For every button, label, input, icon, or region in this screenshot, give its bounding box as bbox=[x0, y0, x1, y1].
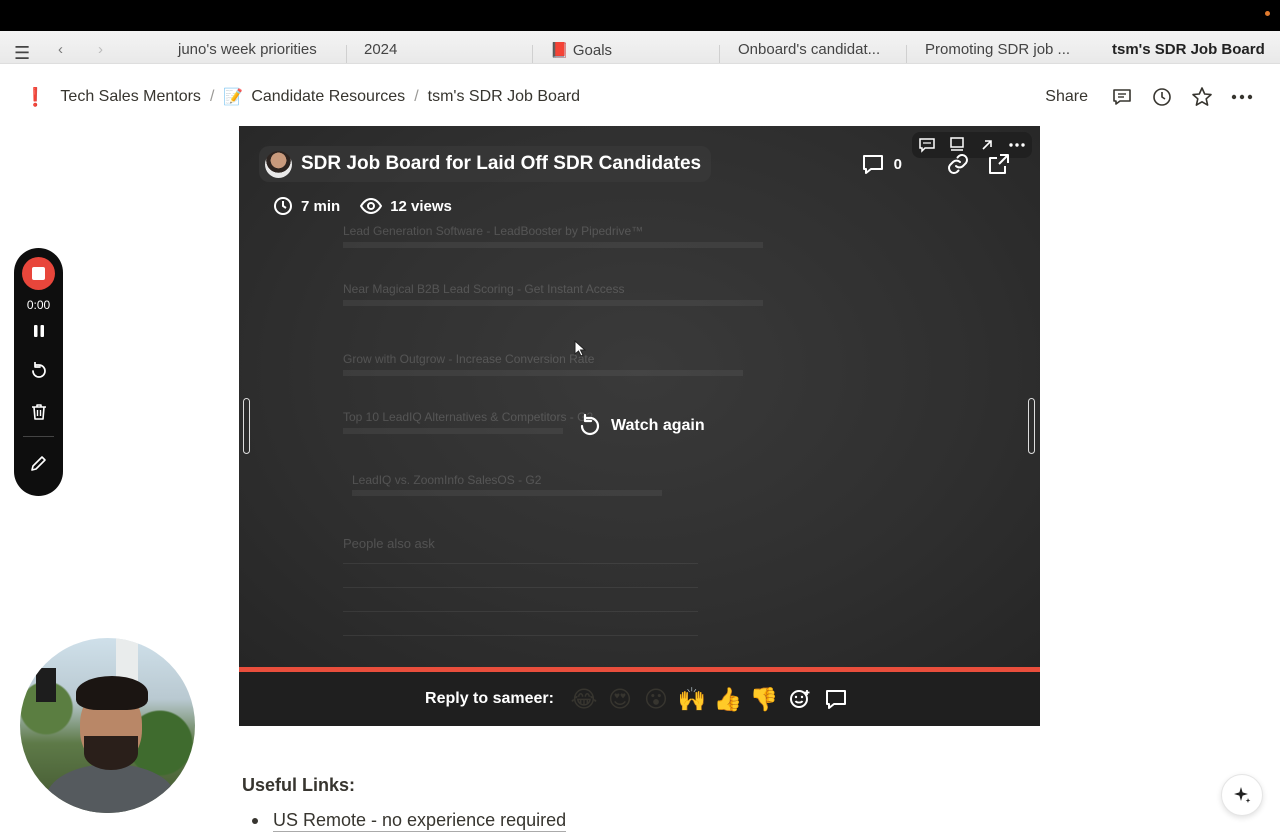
watch-again-button[interactable]: Watch again bbox=[578, 414, 705, 438]
us-remote-link[interactable]: US Remote - no experience required bbox=[273, 810, 567, 832]
stop-recording-button[interactable] bbox=[22, 257, 55, 290]
page-actions: Share bbox=[1045, 84, 1262, 110]
tab-divider bbox=[719, 45, 720, 63]
memo-icon: 📝 bbox=[223, 89, 244, 106]
pencil-icon[interactable] bbox=[14, 454, 63, 472]
video-bg-divider bbox=[343, 611, 698, 612]
webcam-person-body bbox=[46, 764, 176, 813]
link-icon[interactable] bbox=[946, 152, 970, 176]
eye-icon bbox=[360, 198, 383, 214]
tab-sdr-job-board[interactable]: tsm's SDR Job Board bbox=[1112, 41, 1265, 58]
sparkle-icon bbox=[1234, 787, 1251, 803]
open-external-icon[interactable] bbox=[988, 153, 1010, 175]
video-duration: 7 min bbox=[301, 197, 341, 215]
recorder-divider bbox=[23, 436, 54, 437]
duration-meta: 7 min bbox=[273, 196, 340, 216]
reaction-surprised[interactable]: 😮 bbox=[638, 686, 674, 713]
reaction-thumbs-down[interactable]: 👎 bbox=[746, 686, 782, 713]
goals-book-icon: 📕 bbox=[550, 42, 569, 59]
video-bg-text: Near Magical B2B Lead Scoring - Get Inst… bbox=[343, 282, 625, 296]
webcam-person-hair bbox=[76, 676, 148, 710]
comment-icon bbox=[862, 154, 883, 174]
exclamation-icon: ❗ bbox=[24, 86, 47, 107]
breadcrumb-separator: / bbox=[209, 88, 215, 105]
tab-promoting-sdr[interactable]: Promoting SDR job ... bbox=[925, 41, 1070, 58]
video-bg-line bbox=[343, 242, 763, 248]
clock-icon[interactable] bbox=[1142, 84, 1182, 110]
video-bg-line bbox=[352, 490, 662, 496]
tab-divider bbox=[906, 45, 907, 63]
breadcrumb-separator: / bbox=[414, 88, 419, 105]
reaction-raised-hands[interactable]: 🙌 bbox=[674, 686, 710, 713]
comment-count: 0 bbox=[893, 155, 902, 173]
video-bg-line bbox=[343, 428, 563, 434]
reply-label: Reply to sameer: bbox=[425, 690, 554, 707]
views-meta: 12 views bbox=[360, 198, 452, 215]
video-title-pill[interactable]: SDR Job Board for Laid Off SDR Candidate… bbox=[259, 146, 712, 182]
forward-icon[interactable]: › bbox=[98, 41, 103, 58]
tab-2024[interactable]: 2024 bbox=[364, 41, 397, 58]
comments-button[interactable]: 0 bbox=[862, 154, 902, 175]
star-icon[interactable] bbox=[1182, 84, 1222, 110]
video-bg-text: Lead Generation Software - LeadBooster b… bbox=[343, 224, 644, 238]
tab-divider bbox=[346, 45, 347, 63]
tab-strip: ☰ ‹ › juno's week priorities 2024 📕 Goal… bbox=[0, 31, 1280, 64]
video-bg-divider bbox=[343, 587, 698, 588]
share-button[interactable]: Share bbox=[1045, 88, 1088, 106]
bullet-dot bbox=[252, 818, 258, 824]
video-player[interactable]: Lead Generation Software - LeadBooster b… bbox=[239, 126, 1040, 726]
tab-week-priorities[interactable]: juno's week priorities bbox=[178, 41, 317, 58]
breadcrumb: ❗ Tech Sales Mentors / 📝 Candidate Resou… bbox=[24, 84, 580, 110]
add-reaction-icon[interactable] bbox=[782, 687, 818, 711]
useful-links-heading: Useful Links: bbox=[242, 775, 356, 795]
video-bg-text: LeadIQ vs. ZoomInfo SalesOS - G2 bbox=[352, 473, 542, 487]
video-views: 12 views bbox=[390, 197, 452, 215]
watch-again-label: Watch again bbox=[611, 417, 705, 434]
tab-goals[interactable]: 📕 Goals bbox=[550, 41, 612, 59]
tab-goals-label: Goals bbox=[572, 42, 613, 59]
recording-indicator-dot bbox=[1265, 11, 1270, 16]
webcam-person-beard bbox=[84, 736, 138, 770]
more-icon[interactable] bbox=[1222, 84, 1262, 110]
video-bg-text: Top 10 LeadIQ Alternatives & Competitors… bbox=[343, 410, 594, 424]
reaction-thumbs-up[interactable]: 👍 bbox=[710, 686, 746, 713]
reaction-laugh[interactable]: 😂 bbox=[566, 686, 602, 713]
ai-assistant-button[interactable] bbox=[1221, 774, 1263, 816]
video-title: SDR Job Board for Laid Off SDR Candidate… bbox=[301, 153, 702, 174]
list-item: US Remote - no experience required bbox=[252, 810, 567, 832]
comment-icon[interactable] bbox=[1102, 84, 1142, 110]
pause-icon[interactable] bbox=[14, 324, 63, 338]
mouse-cursor-icon bbox=[574, 340, 586, 357]
trim-handle-left[interactable] bbox=[243, 398, 250, 454]
video-meta: 7 min 12 views bbox=[273, 196, 472, 216]
reaction-heart-eyes[interactable]: 😍 bbox=[602, 686, 638, 713]
webcam-bubble[interactable] bbox=[20, 638, 195, 813]
video-bg-text: Grow with Outgrow - Increase Conversion … bbox=[343, 352, 595, 366]
menu-icon[interactable]: ☰ bbox=[14, 43, 30, 63]
recorder-controls: 0:00 bbox=[14, 248, 63, 496]
top-bar bbox=[0, 0, 1280, 31]
trash-icon[interactable] bbox=[14, 403, 63, 420]
creator-avatar bbox=[265, 150, 292, 178]
reply-bar: Reply to sameer: 😂 😍 😮 🙌 👍 👎 bbox=[239, 672, 1040, 726]
replay-icon bbox=[580, 414, 600, 436]
breadcrumb-candidate-resources[interactable]: Candidate Resources bbox=[251, 88, 405, 106]
breadcrumb-tech-sales-mentors[interactable]: Tech Sales Mentors bbox=[60, 88, 201, 106]
back-icon[interactable]: ‹ bbox=[58, 41, 63, 58]
video-actions: 0 bbox=[862, 152, 1010, 176]
webcam-background-lamp bbox=[36, 668, 56, 702]
tab-divider bbox=[532, 45, 533, 63]
video-bg-text: People also ask bbox=[343, 536, 435, 551]
trim-handle-right[interactable] bbox=[1028, 398, 1035, 454]
reply-comment-icon[interactable] bbox=[818, 689, 854, 710]
recording-timer: 0:00 bbox=[26, 298, 51, 312]
video-bg-divider bbox=[343, 563, 698, 564]
clock-icon bbox=[274, 197, 292, 215]
video-bg-line bbox=[343, 300, 763, 306]
tab-onboard-candidates[interactable]: Onboard's candidat... bbox=[738, 41, 880, 58]
video-bg-divider bbox=[343, 635, 698, 636]
video-bg-line bbox=[343, 370, 743, 376]
breadcrumb-current-page[interactable]: tsm's SDR Job Board bbox=[428, 88, 580, 106]
restart-icon[interactable] bbox=[14, 362, 63, 380]
